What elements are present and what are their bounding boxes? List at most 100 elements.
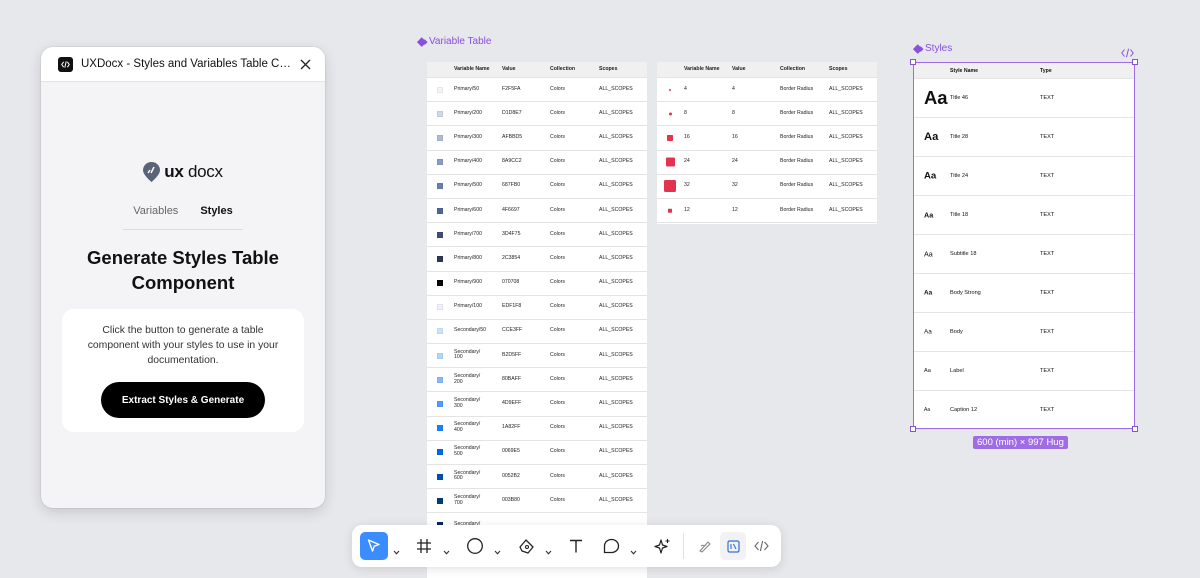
table-row[interactable]: 12 12 Border Radius ALL_SCOPES (657, 199, 877, 224)
table-row[interactable]: Secondary/ 100 B2D5FF Colors ALL_SCOPES (427, 344, 647, 369)
table-row[interactable]: Secondary/ 200 80BAFF Colors ALL_SCOPES (427, 368, 647, 393)
radius-swatch (665, 157, 675, 167)
code-app-icon (58, 56, 73, 72)
color-swatch (437, 207, 443, 214)
value-cell: AFBBD5 (502, 134, 523, 141)
plugin-header: UXDocx - Styles and Variables Table Comp… (41, 47, 325, 82)
table-row[interactable]: Primary/50 F2F5FA Colors ALL_SCOPES (427, 78, 647, 103)
table-row[interactable]: Secondary/ 700 003B80 Colors ALL_SCOPES (427, 489, 647, 514)
resize-handle[interactable] (1132, 426, 1138, 432)
variable-name-cell: Primary/200 (454, 109, 482, 116)
table-row[interactable]: Aa Caption 12 TEXT (914, 391, 1134, 430)
scopes-cell: ALL_SCOPES (599, 303, 633, 310)
table-row[interactable]: Aa Body Strong TEXT (914, 274, 1134, 313)
comment-tool-button[interactable] (597, 532, 625, 560)
table-row[interactable]: Aa Title 28 TEXT (914, 118, 1134, 157)
value-cell: 1A82FF (502, 424, 521, 431)
table-row[interactable]: Secondary/50 CCE3FF Colors ALL_SCOPES (427, 320, 647, 345)
tab-styles[interactable]: Styles (200, 205, 232, 225)
styles-table-frame[interactable]: Style Name Type Aa Title 46 TEXT Aa Title 28… (913, 62, 1135, 430)
style-preview: Aa (924, 210, 934, 220)
table-row[interactable]: Aa Subtitle 18 TEXT (914, 235, 1134, 274)
table-row[interactable]: Aa Label TEXT (914, 352, 1134, 391)
color-variables-table[interactable]: Variable Name Value Collection Scopes Pr… (427, 62, 647, 578)
value-cell: 0052B2 (502, 472, 520, 479)
table-row[interactable]: 8 8 Border Radius ALL_SCOPES (657, 102, 877, 127)
table-row[interactable]: Aa Title 46 TEXT (914, 79, 1134, 118)
text-tool-button[interactable] (562, 532, 590, 560)
resize-handle[interactable] (1132, 59, 1138, 65)
table-row[interactable]: Aa Title 18 TEXT (914, 196, 1134, 235)
variable-name-cell: 8 (684, 109, 687, 116)
table-row[interactable]: Secondary/ 300 4D9EFF Colors ALL_SCOPES (427, 392, 647, 417)
variable-table-frame-label[interactable]: Variable Table (417, 36, 491, 47)
variable-name-cell: Secondary/ 400 (454, 421, 481, 434)
variable-name-cell: Primary/600 (454, 206, 482, 213)
table-row[interactable]: Primary/600 4F6697 Colors ALL_SCOPES (427, 199, 647, 224)
value-cell: 4 (732, 85, 735, 92)
chevron-down-icon[interactable] (545, 542, 552, 560)
table-row[interactable]: Primary/400 8A9CC2 Colors ALL_SCOPES (427, 151, 647, 175)
draw-mode-button[interactable] (692, 532, 718, 560)
chevron-down-icon[interactable] (630, 542, 637, 560)
variable-name-cell: Primary/100 (454, 303, 482, 310)
variable-name-cell: 12 (684, 206, 690, 213)
value-cell: D1D8E7 (502, 109, 522, 116)
tab-bar: Variables Styles (41, 205, 325, 225)
collection-cell: Colors (550, 109, 565, 116)
logo-pin-icon (143, 162, 161, 182)
extract-generate-button[interactable]: Extract Styles & Generate (101, 382, 265, 418)
table-row[interactable]: Aa Title 24 TEXT (914, 157, 1134, 196)
collection-cell: Colors (550, 134, 565, 141)
table-row[interactable]: Primary/200 D1D8E7 Colors ALL_SCOPES (427, 102, 647, 127)
style-preview: Aa (924, 328, 932, 336)
table-row[interactable]: Secondary/ 600 0052B2 Colors ALL_SCOPES (427, 465, 647, 490)
header-scopes: Scopes (599, 65, 618, 72)
table-row[interactable]: 32 32 Border Radius ALL_SCOPES (657, 175, 877, 199)
scopes-cell: ALL_SCOPES (829, 134, 863, 141)
design-mode-button[interactable] (720, 532, 746, 560)
value-cell: 4D9EFF (502, 400, 522, 407)
variable-name-cell: 24 (684, 158, 690, 165)
code-icon (753, 540, 769, 552)
variable-name-cell: Primary/900 (454, 279, 482, 286)
color-swatch (437, 473, 443, 480)
color-swatch (437, 328, 443, 335)
actions-tool-button[interactable] (648, 532, 676, 560)
resize-handle[interactable] (910, 426, 916, 432)
table-row[interactable]: 24 24 Border Radius ALL_SCOPES (657, 151, 877, 175)
resize-handle[interactable] (910, 59, 916, 65)
chevron-down-icon[interactable] (393, 542, 400, 560)
tab-variables[interactable]: Variables (133, 205, 178, 225)
radius-swatch (668, 112, 672, 116)
table-row[interactable]: Primary/100 EDF1F8 Colors ALL_SCOPES (427, 296, 647, 320)
table-row[interactable]: Primary/500 687FB0 Colors ALL_SCOPES (427, 175, 647, 199)
radius-variables-table[interactable]: Variable Name Value Collection Scopes 44… (657, 62, 877, 224)
styles-frame-label[interactable]: Styles (913, 43, 952, 54)
shape-tool-button[interactable] (461, 532, 489, 560)
scopes-cell: ALL_SCOPES (599, 134, 633, 141)
value-cell: 12 (732, 206, 738, 213)
dev-mode-button[interactable] (748, 532, 774, 560)
value-cell: EDF1F8 (502, 303, 522, 310)
scopes-cell: ALL_SCOPES (829, 158, 863, 165)
table-row[interactable]: Primary/800 2C3854 Colors ALL_SCOPES (427, 247, 647, 272)
table-row[interactable]: Primary/300 AFBBD5 Colors ALL_SCOPES (427, 126, 647, 151)
close-icon[interactable] (297, 56, 313, 72)
chevron-down-icon[interactable] (494, 542, 501, 560)
table-row[interactable]: Aa Body TEXT (914, 313, 1134, 352)
pen-tool-button[interactable] (512, 532, 540, 560)
table-row[interactable]: Secondary/ 500 0069E5 Colors ALL_SCOPES (427, 441, 647, 465)
table-row[interactable]: Primary/900 070708 Colors ALL_SCOPES (427, 272, 647, 296)
table-row[interactable]: Secondary/ 400 1A82FF Colors ALL_SCOPES (427, 417, 647, 441)
radius-swatch (669, 88, 671, 91)
table-row[interactable]: Primary/700 3D4F75 Colors ALL_SCOPES (427, 223, 647, 248)
style-preview: Aa (924, 407, 931, 413)
table-row[interactable]: 4 4 Border Radius ALL_SCOPES (657, 78, 877, 103)
frame-tool-button[interactable] (410, 532, 438, 560)
table-row[interactable]: 16 16 Border Radius ALL_SCOPES (657, 126, 877, 151)
value-cell: CCE3FF (502, 327, 523, 334)
chevron-down-icon[interactable] (443, 542, 450, 560)
move-tool-button[interactable] (360, 532, 388, 560)
frame-icon (417, 539, 431, 553)
